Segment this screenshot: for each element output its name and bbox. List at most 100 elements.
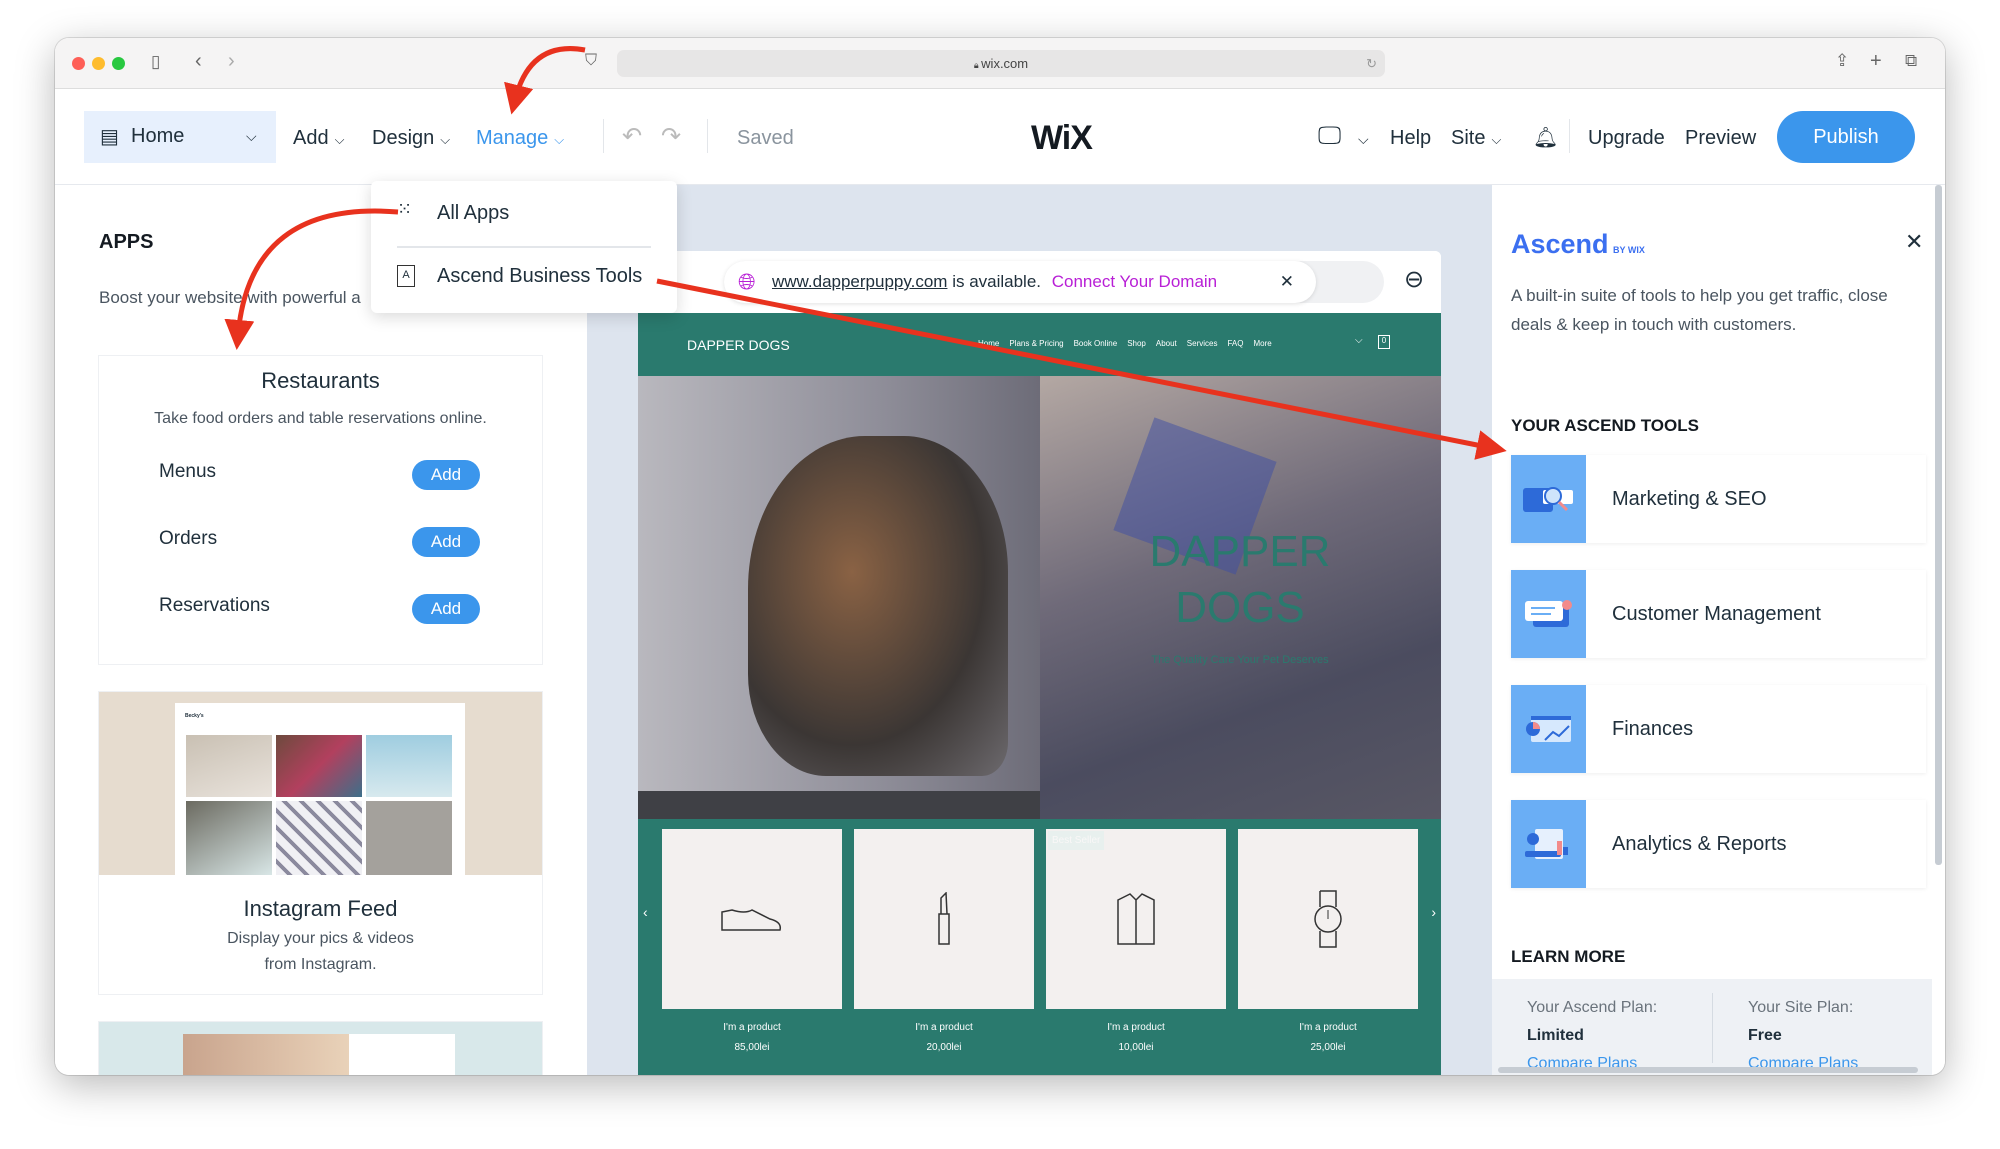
ascend-logo-text: Ascend [1511, 229, 1609, 259]
upgrade-button[interactable]: Upgrade [1588, 127, 1665, 150]
tool-analytics-reports[interactable]: Analytics & Reports [1511, 800, 1926, 888]
horizontal-scrollbar[interactable] [1498, 1067, 1918, 1073]
site-nav-item[interactable]: Services [1187, 339, 1218, 348]
tool-marketing-seo[interactable]: Marketing & SEO [1511, 455, 1926, 543]
analytics-icon [1511, 800, 1586, 888]
redo-icon[interactable]: ↷ [661, 122, 681, 151]
connect-domain-link[interactable]: Connect Your Domain [1052, 272, 1217, 291]
chevron-down-icon: ⌵ [1491, 132, 1502, 147]
plan-value: Free [1748, 1027, 1782, 1044]
browser-titlebar: ▯ ‹ › ⛉ 🔒︎ wix.com ↻ ⇪ + ⧉ [55, 38, 1945, 89]
manage-menu[interactable]: Manage ⌵ [476, 127, 564, 150]
product-price: 20,00lei [926, 1042, 962, 1053]
tool-finances[interactable]: Finances [1511, 685, 1926, 773]
hero-title: DAPPER [1149, 527, 1331, 576]
app-card[interactable] [98, 1021, 543, 1075]
reload-icon[interactable]: ↻ [1366, 50, 1377, 77]
globe-icon: 🌐︎ [738, 269, 756, 294]
browser-window: ▯ ‹ › ⛉ 🔒︎ wix.com ↻ ⇪ + ⧉ ▤ Home ⌵ Add ⌵ … [55, 38, 1945, 1075]
ascend-panel: Ascend BY WIX ✕ A built-in suite of tool… [1492, 185, 1945, 1075]
zoom-out-icon[interactable]: ⊖ [1404, 265, 1424, 294]
site-nav-item[interactable]: FAQ [1227, 339, 1243, 348]
panel-scrollbar[interactable] [1935, 185, 1942, 865]
product-card[interactable] [662, 829, 842, 1009]
manage-label: Manage [476, 127, 549, 149]
site-header: DAPPER DOGS Home Plans & Pricing Book On… [638, 313, 1441, 376]
design-menu[interactable]: Design ⌵ [372, 127, 450, 150]
preview-brand: Becky's [185, 713, 204, 719]
help-menu[interactable]: Help [1390, 127, 1431, 150]
panel-subtitle: Boost your website with powerful a [99, 288, 361, 307]
divider [707, 119, 708, 153]
site-menu[interactable]: Site ⌵ [1451, 127, 1501, 150]
bell-icon[interactable]: 🔔︎ [1533, 125, 1558, 150]
hero-tagline: The Quality Care Your Pet Deserves [1151, 654, 1329, 666]
address-bar[interactable]: 🔒︎ wix.com ↻ [617, 50, 1385, 77]
new-tab-icon[interactable]: + [1870, 50, 1882, 73]
site-nav-item[interactable]: More [1253, 339, 1271, 348]
site-nav-item[interactable]: Plans & Pricing [1009, 339, 1063, 348]
page-icon: ▤ [100, 126, 119, 148]
product-price: 85,00lei [734, 1042, 770, 1053]
product-card[interactable] [1238, 829, 1418, 1009]
share-icon[interactable]: ⇪ [1835, 51, 1849, 71]
add-reservations-button[interactable]: Add [412, 594, 480, 624]
instagram-card[interactable]: Becky's Instagram Feed Display your pics… [98, 691, 543, 995]
next-arrow-icon[interactable]: › [1431, 904, 1436, 920]
shirt-icon [1117, 893, 1155, 945]
chevron-down-icon[interactable]: ⌵ [1355, 335, 1363, 346]
product-card[interactable]: Best Seller [1046, 829, 1226, 1009]
tabs-overview-icon[interactable]: ⧉ [1905, 51, 1917, 71]
product-card[interactable] [854, 829, 1034, 1009]
ascend-logo-by: BY WIX [1613, 245, 1645, 255]
site-nav-item[interactable]: About [1156, 339, 1177, 348]
dog-photo [638, 376, 1040, 819]
domain-name[interactable]: www.dapperpuppy.com [772, 272, 947, 291]
close-window-button[interactable] [72, 57, 85, 70]
tool-customer-management[interactable]: Customer Management [1511, 570, 1926, 658]
instagram-preview-image: Becky's [99, 692, 542, 875]
page-selector[interactable]: ▤ Home ⌵ [84, 111, 276, 163]
plan-label: Your Ascend Plan: [1527, 999, 1658, 1016]
apps-panel: APPS Boost your website with powerful a … [55, 185, 587, 1075]
chevron-down-icon: ⌵ [246, 128, 257, 144]
domain-banner: 🌐︎ www.dapperpuppy.com is available. Con… [724, 261, 1316, 303]
forward-icon[interactable]: › [228, 50, 235, 73]
menu-item-ascend-business-tools[interactable]: A Ascend Business Tools [371, 249, 677, 311]
shield-icon[interactable]: ⛉ [585, 52, 597, 70]
divider [1569, 119, 1570, 153]
menu-item-all-apps[interactable]: ⁙ All Apps [371, 181, 677, 243]
tool-label: Analytics & Reports [1612, 833, 1787, 855]
site-nav-item[interactable]: Home [978, 339, 999, 348]
add-orders-button[interactable]: Add [412, 527, 480, 557]
desktop-icon[interactable]: 🖵︎ [1318, 122, 1341, 150]
grooming-photo: DAPPER DOGS The Quality Care Your Pet De… [1040, 376, 1441, 819]
ascend-description: A built-in suite of tools to help you ge… [1511, 286, 1888, 334]
publish-button[interactable]: Publish [1777, 111, 1915, 163]
maximize-window-button[interactable] [112, 57, 125, 70]
site-nav-item[interactable]: Book Online [1074, 339, 1118, 348]
product-name: I'm a product [915, 1022, 973, 1033]
preview-button[interactable]: Preview [1685, 127, 1756, 150]
close-icon[interactable]: ✕ [1905, 229, 1923, 255]
site-nav-item[interactable]: Shop [1127, 339, 1146, 348]
minimize-window-button[interactable] [92, 57, 105, 70]
product-price: 10,00lei [1118, 1042, 1154, 1053]
add-menu[interactable]: Add ⌵ [293, 127, 344, 150]
tool-label: Finances [1612, 718, 1694, 740]
site-preview[interactable]: 🌐︎ www.dapperpuppy.com is available. Con… [638, 251, 1441, 1075]
card-title: Restaurants [261, 368, 380, 393]
back-icon[interactable]: ‹ [195, 50, 202, 73]
menus-label: Menus [159, 461, 217, 482]
add-label: Add [293, 127, 329, 149]
cart-icon[interactable]: 0 [1378, 335, 1390, 349]
divider [397, 246, 651, 248]
sidebar-icon[interactable]: ▯ [151, 52, 160, 72]
prev-arrow-icon[interactable]: ‹ [643, 904, 648, 920]
add-menus-button[interactable]: Add [412, 460, 480, 490]
undo-icon[interactable]: ↶ [622, 122, 642, 151]
chevron-down-icon[interactable]: ⌵ [1358, 131, 1369, 148]
product-name: I'm a product [1107, 1022, 1165, 1033]
chevron-down-icon: ⌵ [334, 132, 345, 147]
close-icon[interactable]: ✕ [1280, 261, 1294, 303]
